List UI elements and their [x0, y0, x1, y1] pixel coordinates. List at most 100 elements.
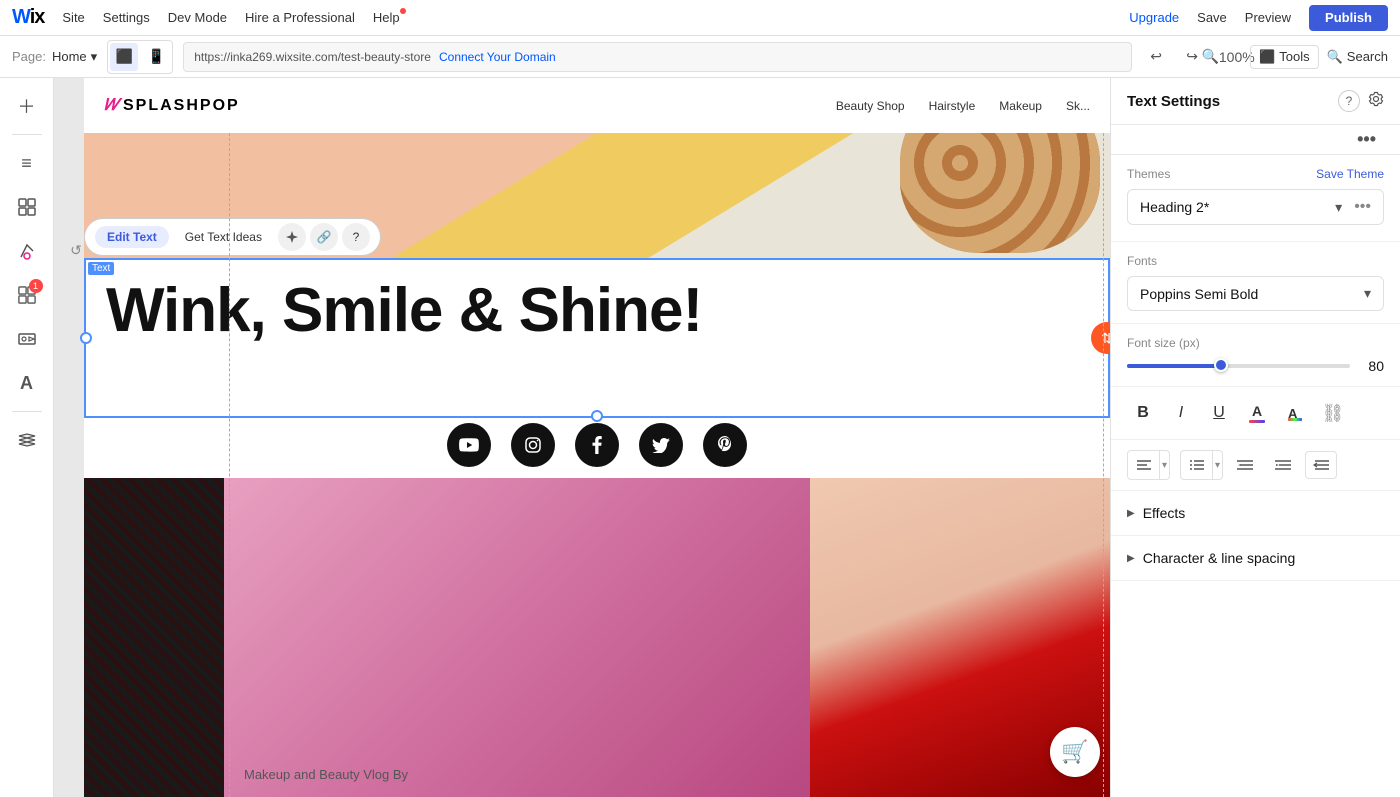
- sidebar-item-pages[interactable]: ≡: [7, 143, 47, 183]
- facebook-icon[interactable]: [575, 423, 619, 467]
- effects-label: Effects: [1143, 505, 1186, 521]
- tools-button[interactable]: ⬛ Tools: [1250, 45, 1319, 69]
- guide-line-right: [1103, 78, 1104, 797]
- zoom-level[interactable]: 🔍 100%: [1214, 43, 1242, 71]
- url-bar: https://inka269.wixsite.com/test-beauty-…: [183, 42, 1132, 72]
- search-button[interactable]: 🔍 Search: [1327, 49, 1388, 65]
- instagram-icon[interactable]: [511, 423, 555, 467]
- search-icon: 🔍: [1327, 49, 1343, 65]
- nav-settings[interactable]: Settings: [103, 10, 150, 25]
- orange-handle[interactable]: ⇅: [1091, 322, 1110, 354]
- page-name: Home: [52, 49, 87, 64]
- text-edit-box[interactable]: ↺ Text Edit Text Get Text Ideas 🔗 ? Wink…: [84, 258, 1110, 418]
- indent-decrease-button[interactable]: [1229, 451, 1261, 479]
- desktop-view-button[interactable]: ⬛: [110, 43, 138, 71]
- tools-icon: ⬛: [1259, 49, 1275, 65]
- underline-button[interactable]: U: [1203, 397, 1235, 429]
- youtube-icon[interactable]: [447, 423, 491, 467]
- indent-increase-button[interactable]: [1267, 451, 1299, 479]
- save-theme-button[interactable]: Save Theme: [1316, 167, 1384, 181]
- format-section: B I U A A: [1111, 387, 1400, 440]
- connect-domain-link[interactable]: Connect Your Domain: [439, 50, 556, 64]
- right-panel: Text Settings ? ••• Themes Save Theme He…: [1110, 78, 1400, 797]
- fontsize-slider[interactable]: [1127, 364, 1350, 368]
- page-selector[interactable]: Page: Home ▾: [12, 49, 97, 65]
- sidebar-item-add[interactable]: ＋: [7, 86, 47, 126]
- fonts-label: Fonts: [1127, 254, 1384, 268]
- link-format-button[interactable]: ⛓: [1317, 397, 1349, 429]
- fontsize-value: 80: [1360, 358, 1384, 374]
- sidebar-item-apps[interactable]: 1: [7, 275, 47, 315]
- settings-gear-icon[interactable]: [1368, 91, 1384, 112]
- bold-button[interactable]: B: [1127, 397, 1159, 429]
- logo-w: 𝑊: [104, 97, 119, 115]
- heading-more-icon: •••: [1354, 198, 1371, 216]
- rotate-handle[interactable]: ↺: [66, 240, 86, 260]
- site-navigation: Beauty Shop Hairstyle Makeup Sk...: [836, 99, 1090, 113]
- nav-help[interactable]: Help: [373, 10, 400, 25]
- list-type-group: ▾: [1180, 450, 1223, 480]
- heading-selector[interactable]: Heading 2* ▾ •••: [1127, 189, 1384, 225]
- link-button[interactable]: 🔗: [310, 223, 338, 251]
- upgrade-link[interactable]: Upgrade: [1129, 10, 1179, 25]
- get-text-ideas-button[interactable]: Get Text Ideas: [173, 226, 274, 248]
- sidebar-item-design[interactable]: [7, 231, 47, 271]
- pinterest-icon[interactable]: [703, 423, 747, 467]
- fontsize-thumb[interactable]: [1214, 358, 1228, 372]
- heading-selector-controls: ▾ •••: [1335, 198, 1371, 216]
- shopping-cart-button[interactable]: 🛒: [1050, 727, 1100, 777]
- publish-button[interactable]: Publish: [1309, 5, 1388, 31]
- sidebar-item-layers[interactable]: [7, 420, 47, 460]
- nav-site[interactable]: Site: [62, 10, 84, 25]
- fontsize-label: Font size (px): [1127, 336, 1384, 350]
- sidebar-item-media[interactable]: [7, 319, 47, 359]
- twitter-icon[interactable]: [639, 423, 683, 467]
- nav-devmode[interactable]: Dev Mode: [168, 10, 227, 25]
- mobile-view-button[interactable]: 📱: [142, 43, 170, 71]
- char-spacing-label: Character & line spacing: [1143, 550, 1296, 566]
- text-highlight-button[interactable]: A: [1279, 397, 1311, 429]
- italic-button[interactable]: I: [1165, 397, 1197, 429]
- resize-handle-left[interactable]: [80, 332, 92, 344]
- color-swatch: [1249, 420, 1265, 423]
- more-options-button[interactable]: •••: [1349, 129, 1384, 150]
- site-header: 𝑊 SPLASHPOP Beauty Shop Hairstyle Makeup…: [84, 78, 1110, 133]
- font-selector[interactable]: Poppins Semi Bold ▾: [1127, 276, 1384, 311]
- ai-icon: [285, 230, 299, 244]
- left-sidebar: ＋ ≡ 1 A: [0, 78, 54, 797]
- text-color-button[interactable]: A: [1241, 397, 1273, 429]
- font-name: Poppins Semi Bold: [1140, 286, 1258, 302]
- fontsize-row: 80: [1127, 358, 1384, 374]
- help-button[interactable]: ?: [342, 223, 370, 251]
- bottom-text: Makeup and Beauty Vlog By: [244, 767, 408, 782]
- align-left-button[interactable]: [1128, 451, 1160, 479]
- preview-button[interactable]: Preview: [1245, 10, 1291, 25]
- bowl-texture: [900, 133, 1100, 253]
- effects-section[interactable]: ▶ Effects: [1111, 491, 1400, 536]
- nav-more: Sk...: [1066, 99, 1090, 113]
- nav-hire[interactable]: Hire a Professional: [245, 10, 355, 25]
- design-icon: [18, 242, 36, 260]
- edit-text-button[interactable]: Edit Text: [95, 226, 169, 248]
- char-spacing-expand-icon: ▶: [1127, 553, 1135, 564]
- pink-hair-section: Makeup and Beauty Vlog By: [224, 478, 810, 797]
- help-icon-button[interactable]: ?: [1338, 90, 1360, 112]
- list-button[interactable]: [1181, 451, 1213, 479]
- text-align-group: ▾: [1127, 450, 1170, 480]
- font-chevron-icon: ▾: [1364, 285, 1371, 302]
- indent-decrease-icon: [1237, 459, 1253, 471]
- undo-button[interactable]: ↩: [1142, 43, 1170, 71]
- themes-row: Themes Save Theme: [1127, 167, 1384, 181]
- themes-section: Themes Save Theme Heading 2* ▾ •••: [1111, 155, 1400, 242]
- nav-hairstyle: Hairstyle: [929, 99, 976, 113]
- rtl-button[interactable]: [1305, 451, 1337, 479]
- ai-button[interactable]: [278, 223, 306, 251]
- sidebar-item-components[interactable]: [7, 187, 47, 227]
- canvas-area: 𝑊 SPLASHPOP Beauty Shop Hairstyle Makeup…: [54, 78, 1110, 797]
- sidebar-item-text[interactable]: A: [7, 363, 47, 403]
- save-button[interactable]: Save: [1197, 10, 1227, 25]
- resize-handle-bottom[interactable]: [591, 410, 603, 422]
- align-section: ▾ ▾: [1111, 440, 1400, 491]
- heading-text[interactable]: Wink, Smile & Shine!: [86, 260, 1108, 342]
- char-spacing-section[interactable]: ▶ Character & line spacing: [1111, 536, 1400, 581]
